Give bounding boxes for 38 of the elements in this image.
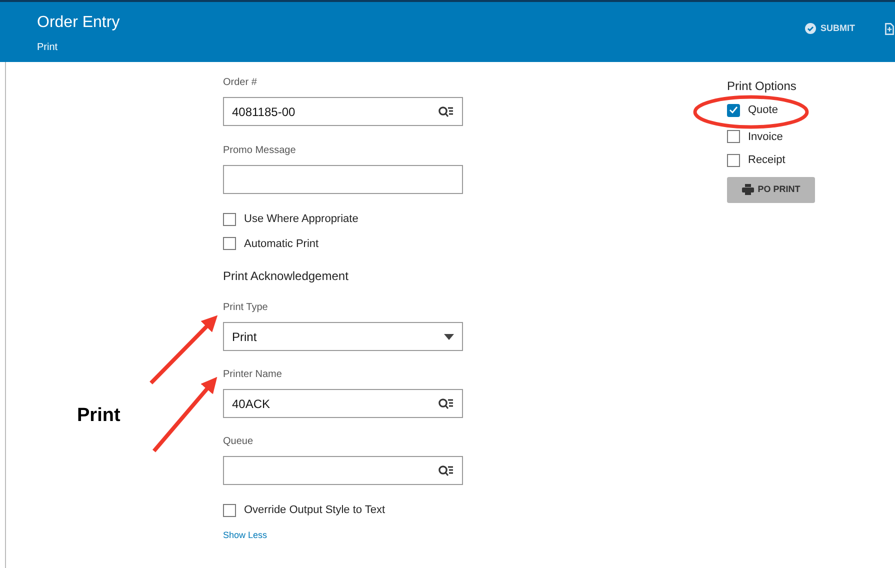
- checkbox-label: Quote: [748, 103, 778, 118]
- checkbox-label: Use Where Appropriate: [244, 212, 358, 227]
- checkbox[interactable]: [223, 237, 236, 250]
- input-field[interactable]: [223, 456, 463, 485]
- select-field[interactable]: Print: [223, 322, 463, 351]
- page-title: Order Entry: [37, 13, 121, 33]
- field-label: Queue: [223, 436, 254, 448]
- search-list-icon[interactable]: [438, 106, 454, 118]
- dropdown-caret-icon: [444, 334, 454, 340]
- field-label: Promo Message: [223, 145, 297, 157]
- document-add-icon[interactable]: [885, 22, 894, 35]
- show-less-link[interactable]: Show Less: [223, 528, 463, 542]
- checkbox[interactable]: [223, 504, 236, 517]
- checkbox-label: Override Output Style to Text: [244, 503, 386, 518]
- check-circle-icon: [804, 23, 816, 34]
- search-list-icon[interactable]: [438, 398, 454, 410]
- checkbox-label: Automatic Print: [244, 236, 319, 252]
- input-field[interactable]: 4081185-00: [223, 97, 463, 126]
- field-label: Printer Name: [223, 369, 283, 381]
- checkbox[interactable]: [727, 154, 740, 167]
- annotation-arrow: [150, 315, 218, 384]
- checkbox-label: Invoice: [748, 130, 783, 144]
- input-field[interactable]: [223, 165, 463, 194]
- checkbox[interactable]: [223, 212, 236, 226]
- input-field[interactable]: 40ACK: [223, 389, 463, 418]
- page-subtitle: Print: [37, 41, 59, 55]
- checkbox[interactable]: [727, 130, 740, 144]
- checkbox-label: Receipt: [748, 153, 786, 168]
- section-title: Print Acknowledgement: [223, 268, 350, 285]
- submit-button[interactable]: SUBMIT: [804, 22, 855, 36]
- checkbox[interactable]: [727, 104, 740, 117]
- field-label: Print Type: [223, 302, 269, 314]
- po-print-button[interactable]: PO PRINT: [727, 176, 815, 202]
- printer-icon: [742, 184, 754, 195]
- search-list-icon[interactable]: [438, 464, 454, 476]
- annotation-label: Print: [77, 404, 120, 428]
- print-options-title: Print Options: [727, 78, 798, 95]
- field-label: Order #: [223, 77, 258, 89]
